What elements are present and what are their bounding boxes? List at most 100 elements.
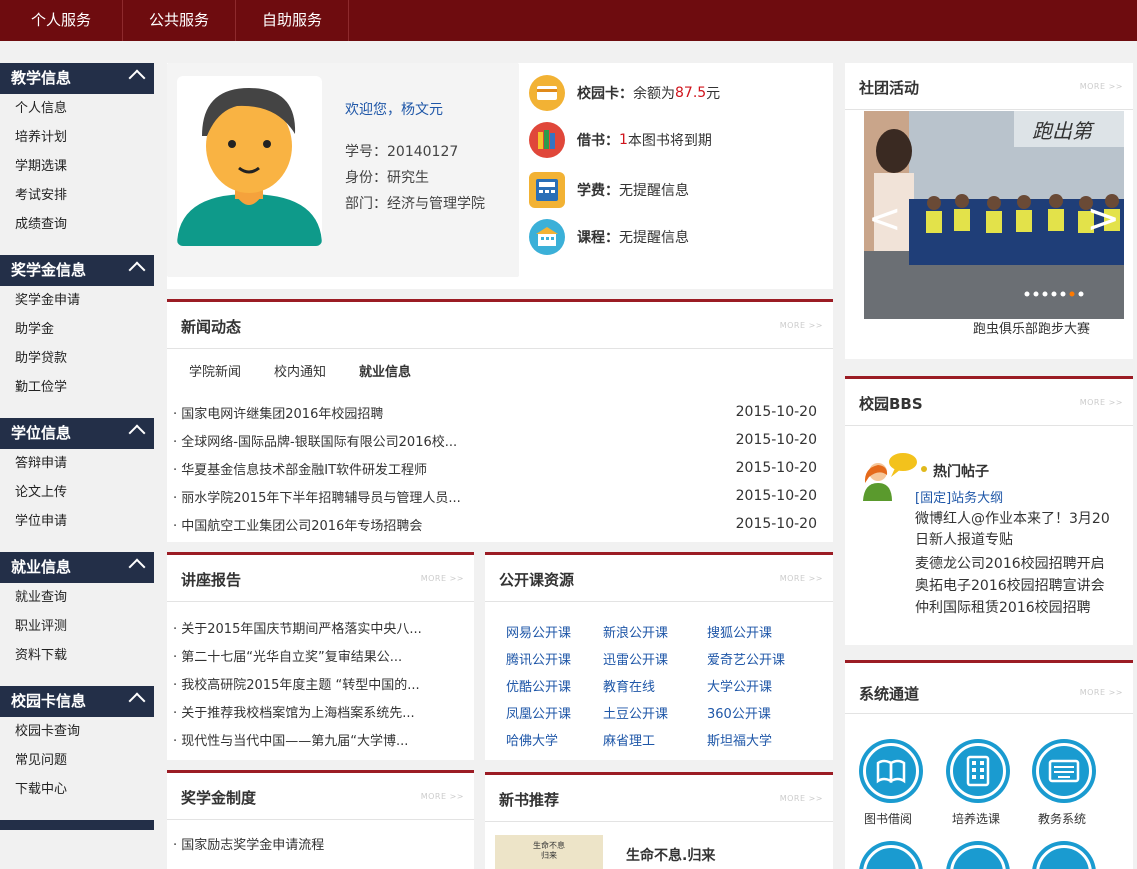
bbs-post[interactable]: 奥拓电子2016校园招聘宣讲会 [915, 575, 1105, 595]
lecture-item[interactable]: · 关于推荐我校档案馆为上海档案系统先... [173, 700, 415, 728]
sidebar-item-career-test[interactable]: 职业评测 [0, 612, 154, 641]
sidebar-item-downloads[interactable]: 资料下载 [0, 641, 154, 670]
scholarship-item[interactable]: · 国家励志奖学金申请流程 [173, 832, 324, 860]
sidebar-header-teaching[interactable]: 教学信息 [0, 63, 154, 94]
lecture-item[interactable]: · 关于2015年国庆节期间严格落实中央八... [173, 616, 422, 644]
sidebar-item-student-loan[interactable]: 助学贷款 [0, 344, 154, 373]
refresh-icon[interactable] [1032, 841, 1096, 869]
welcome-text[interactable]: 欢迎您，杨文元 [345, 99, 443, 119]
bbs-more-link[interactable]: MORE >> [1080, 398, 1123, 407]
system-more-link[interactable]: MORE >> [1080, 688, 1123, 697]
borrow-label: 借书： [577, 133, 619, 149]
sidebar-header-campus-card[interactable]: 校园卡信息 [0, 686, 154, 717]
course-link[interactable]: 凤凰公开课 [506, 703, 571, 722]
screen-icon[interactable] [946, 841, 1010, 869]
course-link[interactable]: 大学公开课 [707, 676, 772, 695]
new-books-more-link[interactable]: MORE >> [780, 794, 823, 803]
club-caption[interactable]: 跑虫俱乐部跑步大赛 [973, 318, 1090, 337]
course-link[interactable]: 土豆公开课 [603, 703, 668, 722]
sidebar-item-card-query[interactable]: 校园卡查询 [0, 717, 154, 746]
sidebar-header-label: 就业信息 [11, 558, 72, 576]
course-link[interactable]: 迅雷公开课 [603, 649, 668, 668]
bbs-post[interactable]: 仲利国际租赁2016校园招聘 [915, 597, 1091, 617]
borrow-text: 本图书将到期 [627, 133, 712, 149]
chevron-up-icon[interactable] [128, 558, 146, 576]
sidebar-item-grades[interactable]: 成绩查询 [0, 210, 154, 239]
lecture-item[interactable]: · 我校高研院2015年度主题 “转型中国的... [173, 672, 420, 700]
chevron-up-icon[interactable] [128, 424, 146, 442]
sidebar-item-exam-schedule[interactable]: 考试安排 [0, 181, 154, 210]
sidebar-item-faq[interactable]: 常见问题 [0, 746, 154, 775]
sidebar-group-campus-card: 校园卡信息 校园卡查询 常见问题 下载中心 [0, 686, 154, 804]
sidebar-item-thesis-upload[interactable]: 论文上传 [0, 478, 154, 507]
tab-campus-notice[interactable]: 校内通知 [274, 361, 326, 380]
course-grid-icon[interactable] [946, 739, 1010, 803]
course-link[interactable]: 网易公开课 [506, 622, 571, 641]
alert-course[interactable]: 课程： 无提醒信息 [529, 217, 829, 257]
lecture-item[interactable]: · 第二十七届“光华自立奖”复审结果公... [173, 644, 402, 672]
sidebar-item-training-plan[interactable]: 培养计划 [0, 123, 154, 152]
alert-tuition[interactable]: 学费： 无提醒信息 [529, 170, 829, 210]
course-link[interactable]: 麻省理工 [603, 730, 655, 749]
course-link[interactable]: 优酷公开课 [506, 676, 571, 695]
course-link[interactable]: 哈佛大学 [506, 730, 558, 749]
sidebar-item-defense-apply[interactable]: 答辩申请 [0, 449, 154, 478]
news-row[interactable]: · 中国航空工业集团公司2016年专场招聘会 2015-10-20 [173, 510, 817, 538]
alert-borrow[interactable]: 借书： 1 本图书将到期 [529, 120, 829, 160]
course-link[interactable]: 教育在线 [603, 676, 655, 695]
bbs-post[interactable]: 麦德龙公司2016校园招聘开启 [915, 553, 1105, 573]
sidebar-item-work-study[interactable]: 勤工俭学 [0, 373, 154, 402]
book-cover[interactable]: 生命不息 归来 [495, 835, 603, 869]
system-label-academic[interactable]: 教务系统 [1038, 810, 1086, 827]
sidebar-item-grant[interactable]: 助学金 [0, 315, 154, 344]
news-row[interactable]: · 国家电网许继集团2016年校园招聘 2015-10-20 [173, 398, 817, 426]
course-link[interactable]: 腾讯公开课 [506, 649, 571, 668]
sidebar-header-employment[interactable]: 就业信息 [0, 552, 154, 583]
chevron-up-icon[interactable] [128, 261, 146, 279]
pinned-post-link[interactable]: [固定]站务大纲 [915, 487, 1003, 506]
sidebar-header-scholarship[interactable]: 奖学金信息 [0, 255, 154, 286]
library-icon[interactable] [859, 739, 923, 803]
course-link[interactable]: 搜狐公开课 [707, 622, 772, 641]
bbs-post[interactable]: 微博红人@作业本来了！3月20日新人报道专贴 [915, 509, 1123, 551]
bbs-panel: 校园BBS MORE >> 热门帖子 [固定]站务大纲 微博红人@作业本来了！3… [845, 376, 1133, 645]
carousel-next-icon[interactable]: > [1086, 196, 1120, 242]
chevron-up-icon[interactable] [128, 69, 146, 87]
sidebar-item-personal-info[interactable]: 个人信息 [0, 94, 154, 123]
course-link[interactable]: 360公开课 [707, 703, 771, 722]
sidebar-item-degree-apply[interactable]: 学位申请 [0, 507, 154, 536]
sidebar-item-scholarship-apply[interactable]: 奖学金申请 [0, 286, 154, 315]
nav-personal-service[interactable]: 个人服务 [0, 0, 124, 41]
system-label-course[interactable]: 培养选课 [952, 810, 1000, 827]
lecture-item[interactable]: · 现代性与当代中国——第九届“大学博... [173, 728, 408, 756]
course-link[interactable]: 斯坦福大学 [707, 730, 772, 749]
sidebar-item-download-center[interactable]: 下载中心 [0, 775, 154, 804]
news-row[interactable]: · 全球网络-国际品牌-银联国际有限公司2016校... 2015-10-20 [173, 426, 817, 454]
sidebar-header-degree[interactable]: 学位信息 [0, 418, 154, 449]
news-more-link[interactable]: MORE >> [780, 321, 823, 330]
course-link[interactable]: 爱奇艺公开课 [707, 649, 785, 668]
alert-campus-card[interactable]: 校园卡： 余额为 87.5 元 [529, 73, 829, 113]
open-courses-more-link[interactable]: MORE >> [780, 574, 823, 583]
nav-self-service[interactable]: 自助服务 [236, 0, 350, 41]
tab-college-news[interactable]: 学院新闻 [189, 361, 241, 380]
chevron-up-icon[interactable] [128, 692, 146, 710]
campus-card-unit: 元 [706, 86, 721, 102]
book-title[interactable]: 生命不息.归来 [626, 845, 715, 865]
news-row[interactable]: · 丽水学院2015年下半年招聘辅导员与管理人员... 2015-10-20 [173, 482, 817, 510]
news-row[interactable]: · 华夏基金信息技术部金融IT软件研发工程师 2015-10-20 [173, 454, 817, 482]
club-carousel[interactable]: 跑出第 < > [864, 111, 1124, 319]
course-link[interactable]: 新浪公开课 [603, 622, 668, 641]
lectures-more-link[interactable]: MORE >> [421, 574, 464, 583]
sidebar-item-course-selection[interactable]: 学期选课 [0, 152, 154, 181]
nav-public-service[interactable]: 公共服务 [123, 0, 237, 41]
news-row-title: · 国家电网许继集团2016年校园招聘 [173, 406, 384, 422]
scholarship-more-link[interactable]: MORE >> [421, 792, 464, 801]
globe-icon[interactable] [859, 841, 923, 869]
clubs-more-link[interactable]: MORE >> [1080, 82, 1123, 91]
tab-employment-info[interactable]: 就业信息 [359, 361, 411, 380]
keyboard-icon[interactable] [1032, 739, 1096, 803]
system-label-library[interactable]: 图书借阅 [864, 810, 912, 827]
carousel-prev-icon[interactable]: < [868, 196, 902, 242]
sidebar-item-job-search[interactable]: 就业查询 [0, 583, 154, 612]
